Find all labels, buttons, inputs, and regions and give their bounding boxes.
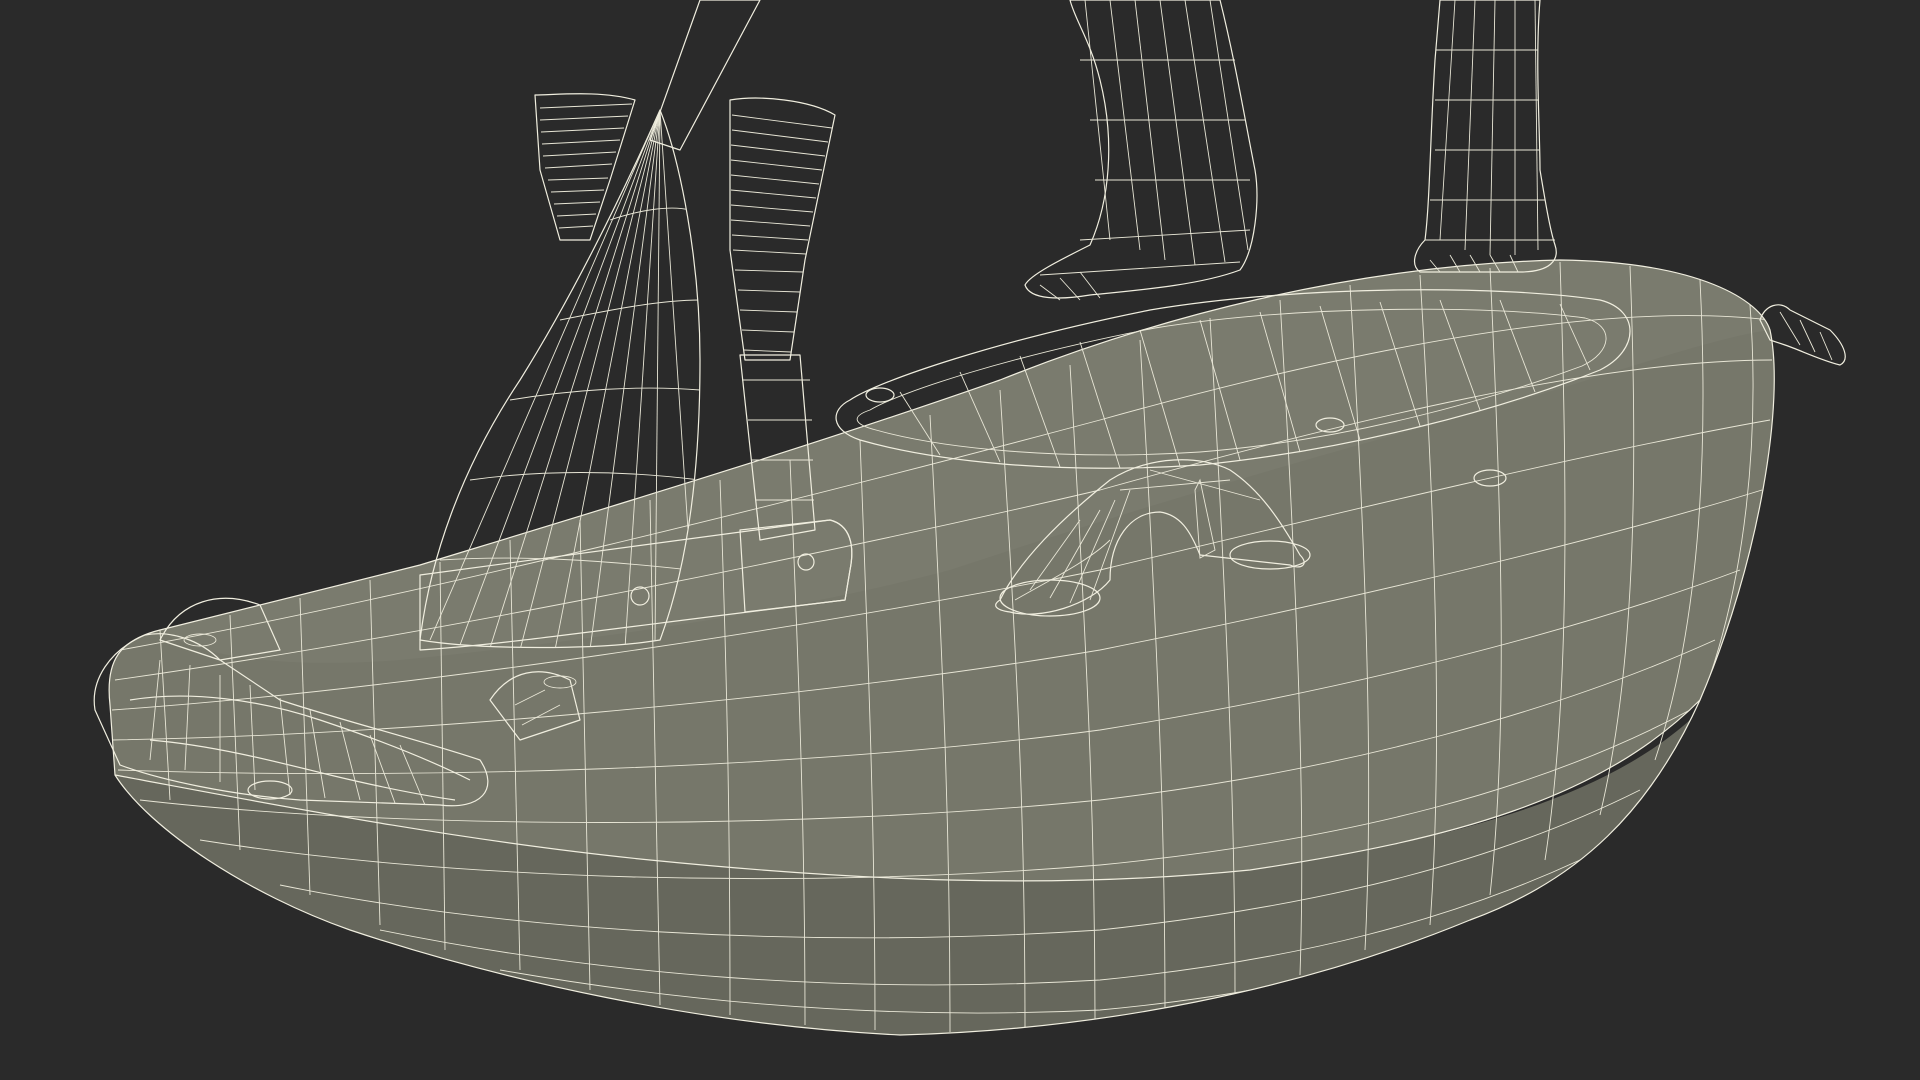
render-viewport [0, 0, 1920, 1080]
right-leg [1413, 0, 1557, 273]
left-leg [1024, 0, 1258, 301]
wireframe-scene [93, 0, 1846, 1036]
bellows-right [729, 97, 836, 361]
board-hull [108, 259, 1775, 1036]
